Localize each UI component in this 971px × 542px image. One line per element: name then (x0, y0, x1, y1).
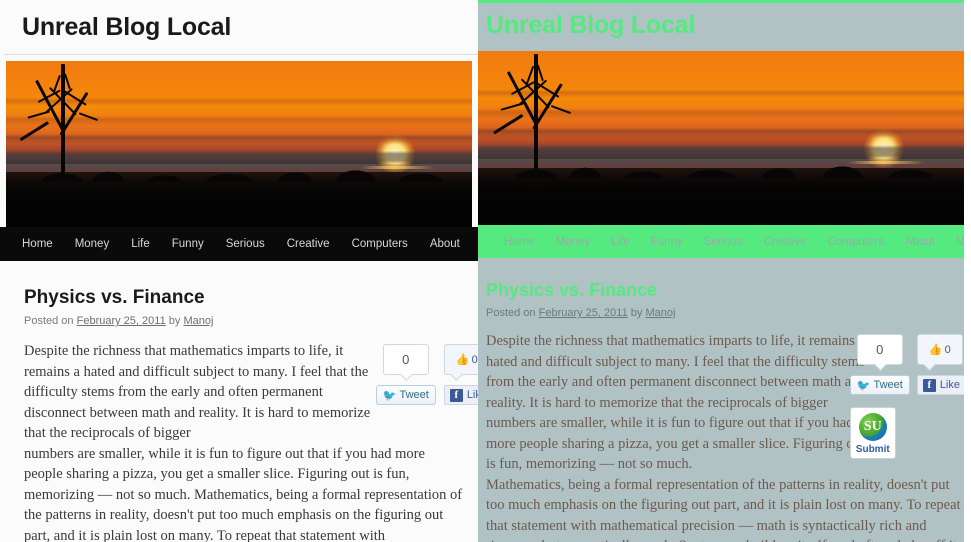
stumbleupon-button[interactable]: SU Submit (849, 407, 896, 459)
facebook-share-widget: 👍 0 f Like (443, 344, 478, 405)
twitter-bird-icon: 🐦 (856, 379, 871, 392)
post-meta: Posted on February 25, 2011 by Manoj (24, 315, 478, 327)
post-paragraph-1: Despite the richness that mathematics im… (486, 333, 866, 472)
nav-item-creative[interactable]: Creative (287, 238, 330, 250)
stumbleupon-share-widget: SU Submit (849, 407, 910, 459)
post-title: Physics vs. Finance (24, 287, 205, 308)
nav-item-about[interactable]: About (905, 236, 935, 248)
sunset-banner-image (6, 61, 472, 227)
twitter-share-widget: 0 🐦 Tweet (375, 344, 436, 405)
banner-container-highcontrast (478, 51, 964, 225)
nav-item-serious[interactable]: Serious (704, 236, 743, 248)
bare-tree-silhouette (15, 64, 135, 191)
facebook-like-button[interactable]: f Like (916, 375, 964, 395)
facebook-f-icon: f (449, 388, 463, 402)
post-meta-prefix: Posted on (486, 307, 536, 319)
post-paragraph-1: Despite the richness that mathematics im… (24, 343, 371, 441)
facebook-share-widget: 👍 0 f Like (916, 334, 964, 395)
nav-item-life[interactable]: Life (611, 236, 630, 248)
post-meta-prefix: Posted on (24, 315, 74, 327)
post-date-link[interactable]: February 25, 2011 (539, 307, 628, 319)
post-date-link[interactable]: February 25, 2011 (77, 315, 166, 327)
post-meta-highcontrast: Posted on February 25, 2011 by Manoj (486, 307, 964, 319)
social-share-widgets-left: 0 🐦 Tweet 👍 0 f Like (375, 344, 478, 405)
tweet-button-label: Tweet (873, 379, 903, 391)
twitter-share-widget: 0 🐦 Tweet (849, 334, 910, 395)
facebook-count-bubble: 👍 0 (916, 334, 963, 365)
thumbs-up-icon: 👍 (455, 354, 470, 366)
site-title: Unreal Blog Local (22, 13, 232, 41)
banner-container (0, 55, 478, 227)
facebook-like-label: Like (466, 389, 478, 401)
nav-item-serious[interactable]: Serious (226, 238, 265, 250)
nav-item-computers[interactable]: Computers (828, 236, 884, 248)
twitter-stumble-column: 0 🐦 Tweet SU Submit (849, 334, 910, 459)
facebook-count: 0 (471, 353, 478, 366)
facebook-f-icon: f (922, 378, 936, 392)
nav-item-funny[interactable]: Funny (651, 236, 683, 248)
nav-item-life[interactable]: Life (131, 238, 150, 250)
tweet-button[interactable]: 🐦 Tweet (375, 385, 436, 405)
tweet-button[interactable]: 🐦 Tweet (849, 375, 910, 395)
tweet-count-bubble: 0 (856, 334, 903, 365)
nav-item-money[interactable]: Money (75, 238, 110, 250)
stumbleupon-icon: SU (858, 413, 887, 441)
right-pane-highcontrast-render: Unreal Blog Local Home Money Life Funny … (478, 0, 964, 542)
post-meta-by: by (168, 315, 181, 327)
nav-item-creative[interactable]: Creative (764, 236, 807, 248)
post-paragraph-2: numbers are smaller, while it is fun to … (24, 445, 463, 542)
nav-item-money[interactable]: Money (556, 236, 591, 248)
nav-item-home[interactable]: Home (22, 238, 53, 250)
main-navigation[interactable]: Home Money Life Funny Serious Creative C… (0, 227, 478, 261)
sunset-banner-image-highcontrast (478, 51, 964, 225)
nav-item-computers[interactable]: Computers (352, 238, 408, 250)
site-title-highcontrast: Unreal Blog Local (486, 11, 696, 39)
post-author-link[interactable]: Manoj (183, 315, 213, 327)
post-title-highcontrast: Physics vs. Finance (486, 280, 658, 300)
nav-item-funny[interactable]: Funny (172, 238, 204, 250)
stumbleupon-label: Submit (855, 444, 890, 455)
bare-tree-silhouette (488, 54, 608, 187)
tweet-button-label: Tweet (399, 389, 429, 401)
post-author-link[interactable]: Manoj (645, 307, 675, 319)
main-navigation-highcontrast[interactable]: Home Money Life Funny Serious Creative C… (478, 225, 964, 258)
twitter-bird-icon: 🐦 (382, 389, 397, 402)
post-meta-by: by (630, 307, 643, 319)
comparison-view: Unreal Blog Local Home Money Life Funny … (0, 0, 971, 542)
post-body-highcontrast: Despite the richness that mathematics im… (486, 331, 963, 542)
nav-item-my-books[interactable]: My Books (956, 236, 964, 248)
facebook-like-button[interactable]: f Like (443, 385, 478, 405)
facebook-count: 0 (944, 343, 951, 356)
tweet-count-bubble: 0 (382, 344, 429, 375)
left-pane-original-render: Unreal Blog Local Home Money Life Funny … (0, 0, 478, 542)
post-paragraph-2: Mathematics, being a formal representati… (486, 476, 963, 542)
nav-item-home[interactable]: Home (504, 236, 535, 248)
facebook-count-bubble: 👍 0 (443, 344, 478, 375)
social-share-widgets-right: 0 🐦 Tweet SU Submit 👍 0 f Like (849, 334, 964, 459)
nav-item-about[interactable]: About (430, 238, 460, 250)
facebook-like-label: Like (939, 379, 960, 391)
thumbs-up-icon: 👍 (928, 344, 943, 356)
